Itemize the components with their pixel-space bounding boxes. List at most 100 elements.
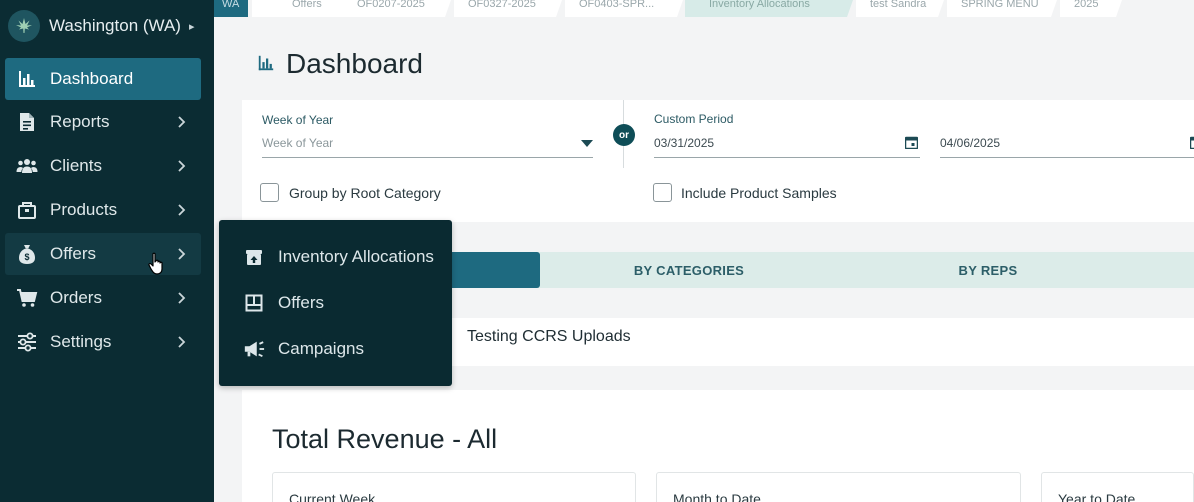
sidebar-item-products[interactable]: Products <box>5 189 201 231</box>
segment-label: BY CATEGORIES <box>633 262 745 278</box>
segment-active-tab[interactable] <box>440 252 540 288</box>
tab-of0327[interactable]: OF0327-2025 <box>454 0 562 17</box>
bar-chart-icon <box>16 68 38 90</box>
start-date-underline <box>654 157 920 158</box>
sidebar-item-dashboard[interactable]: Dashboard <box>5 58 201 100</box>
money-bag-icon: $ <box>16 243 38 265</box>
sidebar-item-label: Offers <box>50 244 96 263</box>
campaign-row[interactable]: Testing CCRS Uploads <box>452 318 1194 366</box>
submenu-item-campaigns[interactable]: Campaigns <box>219 329 452 369</box>
calendar-icon[interactable] <box>1189 136 1194 154</box>
cart-icon <box>16 287 38 309</box>
filter-card: Week of Year Week of Year or Custom Peri… <box>242 100 1194 222</box>
tab-label: SPRING MENU <box>961 0 1039 10</box>
svg-text:$: $ <box>24 252 29 262</box>
submenu-item-label: Offers <box>278 293 324 312</box>
tab-label: Offers <box>292 0 322 10</box>
start-date-value: 03/31/2025 <box>654 136 715 150</box>
revenue-title: Total Revenue - All <box>272 424 498 454</box>
tab-by-reps[interactable]: BY REPS <box>838 252 1138 288</box>
revenue-card: Total Revenue - All Current Week Month t… <box>242 390 1194 502</box>
tab-label: OF0403-SPR... <box>579 0 655 10</box>
tab-of0207[interactable]: OF0207-2025 <box>343 0 451 17</box>
stat-label: Month to Date <box>673 491 761 502</box>
segment-label: BY REPS <box>958 262 1018 278</box>
tab-label: OF0207-2025 <box>357 0 425 10</box>
submenu-item-label: Campaigns <box>278 339 364 358</box>
tab-test-sandra[interactable]: test Sandra <box>856 0 944 17</box>
box-icon <box>16 199 38 221</box>
start-date-field[interactable]: 03/31/2025 <box>654 130 920 158</box>
sidebar-item-label: Dashboard <box>50 69 134 88</box>
users-icon <box>16 155 38 177</box>
tab-label: 2025 <box>1074 0 1099 10</box>
tab-by-categories[interactable]: BY CATEGORIES <box>540 252 838 288</box>
week-of-year-select[interactable]: Week of Year <box>262 130 593 158</box>
stat-month-to-date: Month to Date <box>656 472 1021 502</box>
tab-label: Inventory Allocations <box>709 0 810 10</box>
sliders-icon <box>16 331 38 353</box>
include-samples-label: Include Product Samples <box>681 185 837 201</box>
bar-chart-icon <box>257 54 277 74</box>
tab-label: test Sandra <box>870 0 927 10</box>
cannabis-leaf-icon <box>8 10 40 42</box>
caret-down-icon <box>581 140 593 147</box>
include-samples-checkbox[interactable] <box>653 183 672 202</box>
tab-inventory-allocations[interactable]: Inventory Allocations <box>685 0 853 17</box>
chevron-right-icon <box>173 245 191 263</box>
group-root-label: Group by Root Category <box>289 185 441 201</box>
sidebar-item-label: Products <box>50 200 118 219</box>
or-badge: or <box>613 124 635 146</box>
end-date-field[interactable]: 04/06/2025 <box>940 130 1194 158</box>
week-of-year-placeholder: Week of Year <box>262 136 334 150</box>
sidebar-item-settings[interactable]: Settings <box>5 321 201 363</box>
sidebar-item-offers[interactable]: $ Offers <box>5 233 201 275</box>
calendar-icon[interactable] <box>904 136 919 154</box>
stat-label: Year to Date <box>1058 491 1136 502</box>
org-switcher[interactable]: Washington (WA) ▸ <box>8 9 194 43</box>
stat-current-week: Current Week <box>272 472 636 502</box>
sidebar-item-label: Orders <box>50 288 102 307</box>
end-date-underline <box>940 157 1194 158</box>
stat-label: Current Week <box>289 491 376 502</box>
megaphone-icon <box>243 338 265 360</box>
chevron-right-icon <box>173 113 191 131</box>
sidebar-item-orders[interactable]: Orders <box>5 277 201 319</box>
tab-strip: Offers OF0207-2025 OF0327-2025 OF0403-SP… <box>214 0 1194 17</box>
submenu-item-label: Inventory Allocations <box>278 247 434 266</box>
caret-right-icon: ▸ <box>188 20 195 33</box>
sidebar-item-label: Reports <box>50 112 110 131</box>
submenu-item-offers[interactable]: Offers <box>219 283 452 323</box>
group-root-checkbox[interactable] <box>260 183 279 202</box>
week-of-year-label: Week of Year <box>262 113 334 127</box>
sidebar-item-clients[interactable]: Clients <box>5 145 201 187</box>
archive-icon <box>243 246 265 268</box>
tab-of0403[interactable]: OF0403-SPR... <box>565 0 683 17</box>
sidebar-item-label: Clients <box>50 156 102 175</box>
custom-period-label: Custom Period <box>654 112 734 126</box>
tab-label: WA <box>222 0 240 10</box>
stat-year-to-date: Year to Date <box>1041 472 1194 502</box>
grid-icon <box>243 292 265 314</box>
chevron-right-icon <box>173 333 191 351</box>
chevron-right-icon <box>173 201 191 219</box>
page-title: Dashboard <box>257 48 423 80</box>
sidebar-item-label: Settings <box>50 332 112 351</box>
tab-label: OF0327-2025 <box>468 0 536 10</box>
document-icon <box>16 111 38 133</box>
org-name: Washington (WA) <box>49 16 181 35</box>
sidebar-item-reports[interactable]: Reports <box>5 101 201 143</box>
tab-2025[interactable]: 2025 <box>1060 0 1122 17</box>
week-underline <box>262 157 593 158</box>
submenu-item-inventory-allocations[interactable]: Inventory Allocations <box>219 237 452 277</box>
hand-cursor-icon <box>148 252 166 276</box>
chevron-right-icon <box>173 157 191 175</box>
tab-wa[interactable]: WA <box>214 0 248 17</box>
campaign-name: Testing CCRS Uploads <box>467 328 631 345</box>
sidebar: Washington (WA) ▸ Dashboard Reports Clie… <box>0 0 214 502</box>
end-date-value: 04/06/2025 <box>940 136 1001 150</box>
tab-spring-menu[interactable]: SPRING MENU <box>947 0 1057 17</box>
tab-offers[interactable]: Offers <box>252 0 350 17</box>
chevron-right-icon <box>173 289 191 307</box>
offers-submenu: Inventory Allocations Offers Campaigns <box>219 220 452 386</box>
